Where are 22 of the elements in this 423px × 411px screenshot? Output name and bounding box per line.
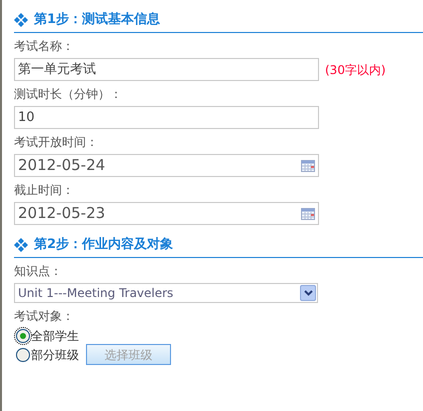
dropdown[interactable]: Unit 1---Meeting Travelers — [14, 283, 318, 303]
date-field[interactable]: 2012-05-23 — [14, 202, 319, 225]
section-title: 第2步：作业内容及对象 — [34, 236, 174, 254]
input-field[interactable]: 第一单元考试 — [14, 58, 319, 81]
field-label: 考试对象： — [14, 308, 75, 324]
field-label: 截止时间： — [14, 182, 75, 198]
diamond-icon — [14, 13, 28, 27]
radio-label: 全部学生 — [31, 328, 79, 344]
hint-text: (30字以内) — [325, 62, 386, 78]
radio-label: 部分班级 — [31, 346, 79, 364]
field-label: 考试名称： — [14, 38, 75, 54]
diamond-icon — [14, 238, 28, 252]
radio-button[interactable] — [16, 348, 30, 362]
field-label: 考试开放时间： — [14, 134, 99, 150]
field-label: 测试时长（分钟）： — [14, 86, 123, 102]
section-title: 第1步：测试基本信息 — [34, 11, 160, 30]
calendar-icon[interactable] — [301, 160, 315, 172]
field-label: 知识点： — [14, 263, 63, 279]
radio-button[interactable] — [16, 328, 30, 342]
calendar-icon[interactable] — [301, 208, 315, 220]
input-field[interactable]: 10 — [14, 106, 319, 129]
date-field[interactable]: 2012-05-24 — [14, 154, 319, 177]
